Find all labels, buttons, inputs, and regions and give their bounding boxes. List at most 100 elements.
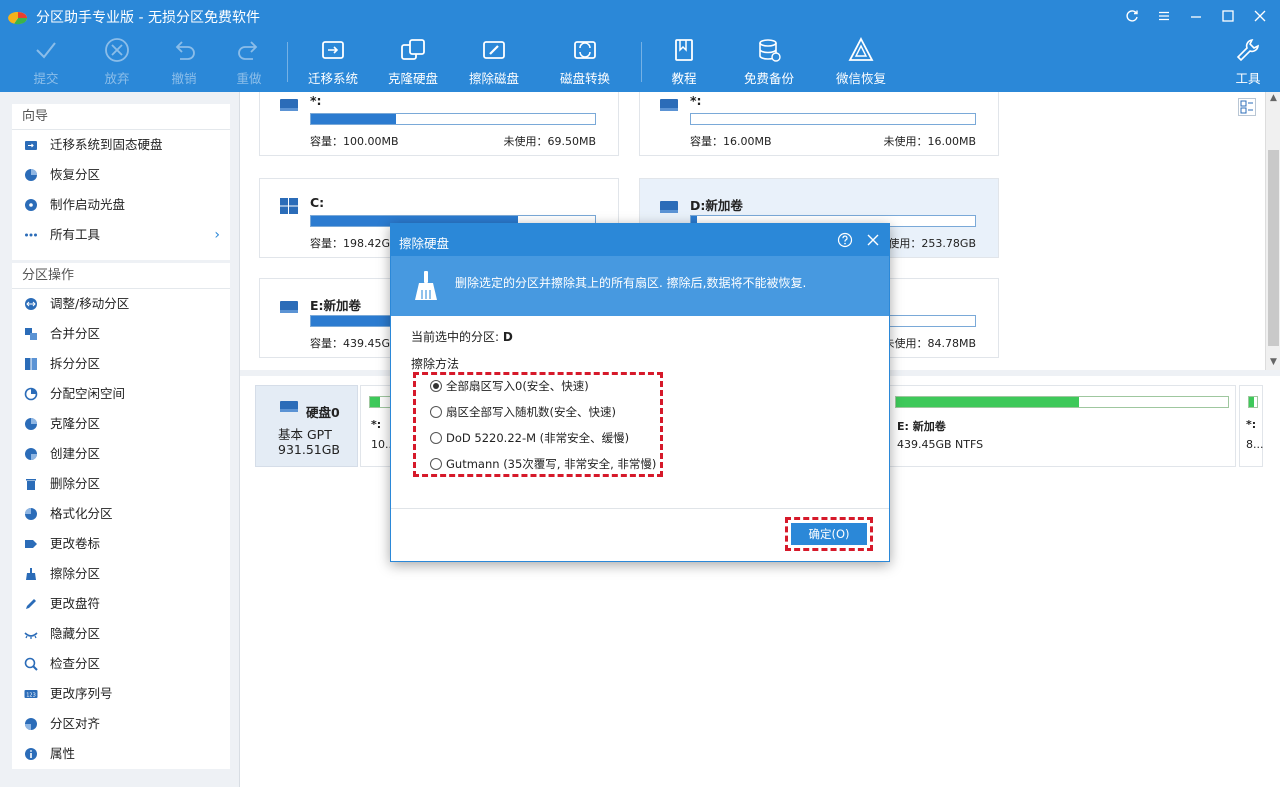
- radio-selected[interactable]: [430, 380, 442, 392]
- wipe-method-options: 全部扇区写入0(安全、快速) 扇区全部写入随机数(安全、快速) DoD 5220…: [413, 372, 663, 477]
- menu-button[interactable]: [1150, 4, 1178, 28]
- ok-button-highlight: 确定(O): [785, 517, 873, 551]
- all-tools-icon: [25, 233, 37, 237]
- discard-button[interactable]: 放弃: [97, 36, 137, 90]
- migrate-ssd-icon: [25, 141, 37, 150]
- radio[interactable]: [430, 406, 442, 418]
- radio[interactable]: [430, 458, 442, 470]
- hard-disk-icon: [280, 401, 298, 412]
- vertical-scrollbar[interactable]: ▲ ▼: [1265, 92, 1280, 370]
- view-toggle-icon[interactable]: [1238, 98, 1256, 116]
- disk-partition-block[interactable]: *: 8...: [1239, 385, 1264, 467]
- sidebar-item-format[interactable]: 格式化分区: [12, 499, 230, 529]
- undo-button[interactable]: 撤销: [164, 36, 204, 90]
- sidebar-item-migrate-ssd[interactable]: 迁移系统到固态硬盘: [12, 130, 230, 160]
- create-icon: [25, 448, 37, 460]
- close-icon[interactable]: [865, 232, 881, 248]
- toolbar-separator: [641, 42, 642, 82]
- sidebar-item-properties[interactable]: 属性: [12, 739, 230, 769]
- delete-icon: [26, 479, 36, 490]
- scroll-down-icon[interactable]: ▼: [1266, 356, 1280, 368]
- wipe-disk-dialog: 擦除硬盘 删除选定的分区并擦除其上的所有扇区. 擦除后,数据将不能被恢复. 当前…: [390, 223, 890, 562]
- migrate-os-button[interactable]: 迁移系统: [304, 36, 362, 90]
- chevron-right-icon: ›: [214, 227, 220, 243]
- sidebar-item-bootable-media[interactable]: 制作启动光盘: [12, 190, 230, 220]
- sidebar-item-serial[interactable]: 123 更改序列号: [12, 679, 230, 709]
- drive-icon: [660, 99, 678, 111]
- sidebar: 向导 迁移系统到固态硬盘 恢复分区 制作启动光盘 所有工具 › 分区操作 调整/…: [0, 92, 240, 787]
- serial-icon: 123: [24, 690, 38, 699]
- usage-bar-fill: [896, 397, 1079, 407]
- current-partition-value: D: [502, 330, 513, 344]
- split-icon: [25, 358, 37, 370]
- tools-button[interactable]: 工具: [1230, 36, 1266, 90]
- usage-bar-fill: [311, 114, 397, 124]
- wechat-recovery-button[interactable]: 微信恢复: [832, 36, 890, 90]
- sidebar-item-create[interactable]: 创建分区: [12, 439, 230, 469]
- free-backup-button[interactable]: 免费备份: [740, 36, 798, 90]
- wipe-option-random-fill[interactable]: 扇区全部写入随机数(安全、快速): [430, 404, 616, 420]
- sidebar-item-drive-letter[interactable]: 更改盘符: [12, 589, 230, 619]
- sidebar-item-wipe[interactable]: 擦除分区: [12, 559, 230, 589]
- scroll-up-icon[interactable]: ▲: [1266, 92, 1280, 104]
- help-icon[interactable]: [837, 232, 853, 248]
- partition-card[interactable]: *: 容量：100.00MB 未使用：69.50MB: [259, 92, 619, 156]
- allocate-icon: [24, 387, 38, 401]
- sidebar-item-all-tools[interactable]: 所有工具 ›: [12, 220, 230, 250]
- current-partition: 当前选中的分区: D: [411, 330, 513, 344]
- maximize-icon: [1222, 10, 1234, 22]
- dialog-title: 擦除硬盘: [399, 236, 450, 251]
- sidebar-item-allocate[interactable]: 分配空闲空间: [12, 379, 230, 409]
- merge-icon: [25, 328, 37, 340]
- sidebar-item-recover-partition[interactable]: 恢复分区: [12, 160, 230, 190]
- redo-icon: [238, 41, 258, 60]
- dialog-separator: [391, 508, 889, 509]
- clone-disk-button[interactable]: 克隆硬盘: [384, 36, 442, 90]
- sidebar-item-clone[interactable]: 克隆分区: [12, 409, 230, 439]
- refresh-button[interactable]: [1118, 4, 1146, 28]
- sidebar-item-check[interactable]: 检查分区: [12, 649, 230, 679]
- disk-info[interactable]: 硬盘0 基本 GPT 931.51GB: [255, 385, 358, 467]
- drive-letter-icon: [26, 599, 36, 609]
- maximize-button[interactable]: [1214, 4, 1242, 28]
- disk-partition-block[interactable]: E: 新加卷 439.45GB NTFS: [886, 385, 1236, 467]
- close-window-button[interactable]: [1246, 4, 1274, 28]
- sidebar-item-split[interactable]: 拆分分区: [12, 349, 230, 379]
- wipe-option-gutmann[interactable]: Gutmann (35次覆写, 非常安全, 非常慢): [430, 456, 656, 472]
- close-icon: [1254, 10, 1266, 22]
- sidebar-item-align[interactable]: 分区对齐: [12, 709, 230, 739]
- migrate-disk-icon: [322, 41, 344, 59]
- usage-bar: [310, 113, 596, 125]
- wipe-option-zero-fill[interactable]: 全部扇区写入0(安全、快速): [430, 378, 589, 394]
- top-bar: 分区助手专业版 - 无损分区免费软件 提交 放弃 撤销 重做 迁移系统 克隆硬盘…: [0, 0, 1280, 92]
- ok-button[interactable]: 确定(O): [791, 523, 867, 545]
- sidebar-item-hide[interactable]: 隐藏分区: [12, 619, 230, 649]
- tutorial-button[interactable]: 教程: [662, 36, 706, 90]
- usage-bar: [895, 396, 1229, 408]
- convert-disk-icon: [574, 41, 596, 59]
- radio[interactable]: [430, 432, 442, 444]
- wipe-option-dod[interactable]: DoD 5220.22-M (非常安全、缓慢): [430, 430, 629, 446]
- redo-button[interactable]: 重做: [229, 36, 269, 90]
- convert-disk-button[interactable]: 磁盘转换: [556, 36, 614, 90]
- backup-database-icon: [759, 39, 781, 62]
- undo-icon: [175, 41, 195, 60]
- wrench-icon: [1236, 39, 1259, 62]
- wizard-panel: 向导 迁移系统到固态硬盘 恢复分区 制作启动光盘 所有工具 ›: [12, 104, 230, 260]
- sidebar-item-change-label[interactable]: 更改卷标: [12, 529, 230, 559]
- commit-button[interactable]: 提交: [26, 36, 66, 90]
- partition-card[interactable]: *: 容量：16.00MB 未使用：16.00MB: [639, 92, 999, 156]
- scrollbar-thumb[interactable]: [1268, 150, 1279, 346]
- sidebar-item-resize[interactable]: 调整/移动分区: [12, 289, 230, 319]
- check-icon: [24, 657, 38, 671]
- bootable-media-icon: [25, 199, 37, 211]
- hide-icon: [24, 632, 38, 639]
- sidebar-item-merge[interactable]: 合并分区: [12, 319, 230, 349]
- window-controls: [1118, 4, 1274, 28]
- dialog-description: 删除选定的分区并擦除其上的所有扇区. 擦除后,数据将不能被恢复.: [455, 276, 807, 290]
- info-icon: [25, 748, 37, 760]
- sidebar-item-delete[interactable]: 删除分区: [12, 469, 230, 499]
- minimize-button[interactable]: [1182, 4, 1210, 28]
- wipe-disk-button[interactable]: 擦除磁盘: [465, 36, 523, 90]
- cancel-circle-icon: [105, 38, 129, 62]
